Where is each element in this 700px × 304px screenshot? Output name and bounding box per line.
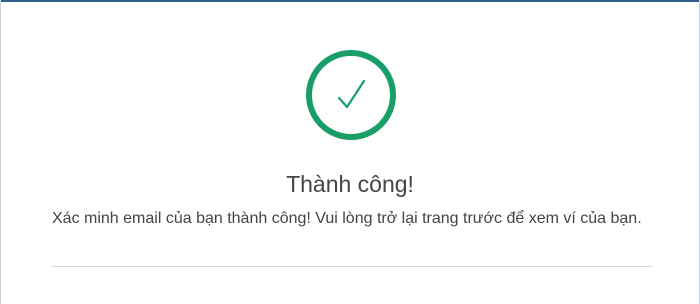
window-top-border — [0, 0, 700, 2]
check-circle-icon — [304, 48, 398, 142]
success-title: Thành công! — [286, 171, 414, 197]
window-left-border — [0, 0, 1, 304]
success-message: Xác minh email của bạn thành công! Vui l… — [52, 210, 642, 227]
divider — [52, 266, 652, 267]
